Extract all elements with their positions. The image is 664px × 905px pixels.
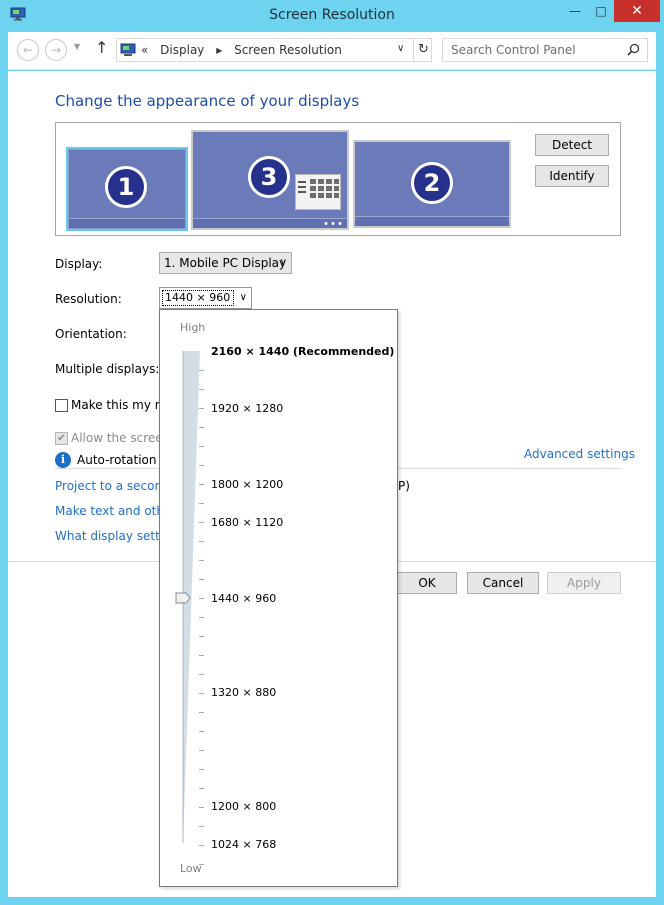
orientation-label: Orientation: — [55, 327, 127, 341]
slider-tick — [199, 807, 204, 808]
back-button[interactable]: ← — [17, 39, 39, 61]
monitor-1[interactable]: 1 — [66, 147, 188, 231]
resolution-option[interactable]: 1200 × 800 — [211, 800, 276, 813]
slider-tick — [199, 674, 204, 675]
breadcrumb-screen-resolution[interactable]: Screen Resolution — [234, 43, 342, 57]
apply-button[interactable]: Apply — [547, 572, 621, 594]
monitor-number-badge: 2 — [411, 162, 453, 204]
resolution-option[interactable]: 1800 × 1200 — [211, 478, 283, 491]
resolution-option[interactable]: 1320 × 880 — [211, 686, 276, 699]
slider-high-label: High — [180, 321, 206, 334]
up-button[interactable]: ↑ — [95, 38, 108, 57]
project-link-tail: P) — [398, 479, 410, 493]
identify-button[interactable]: Identify — [535, 165, 609, 187]
resolution-slider-thumb[interactable] — [175, 592, 191, 604]
project-second-screen-link[interactable]: Project to a second — [55, 479, 170, 493]
display-select[interactable]: 1. Mobile PC Display ∨ — [159, 252, 292, 274]
slider-tick — [199, 788, 204, 789]
page-title: Change the appearance of your displays — [55, 92, 360, 110]
monitor-taskbar — [193, 218, 347, 228]
slider-tick — [199, 712, 204, 713]
slider-tick — [199, 636, 204, 637]
slider-tick — [199, 503, 204, 504]
slider-tick — [199, 731, 204, 732]
multiple-displays-label: Multiple displays: — [55, 362, 160, 376]
monitor-taskbar — [69, 218, 185, 228]
resolution-select-value: 1440 × 960 — [162, 290, 234, 306]
screen-resolution-window: Screen Resolution — □ ✕ ← → ▼ ↑ « Displa… — [0, 0, 664, 905]
close-button[interactable]: ✕ — [614, 0, 660, 22]
minimize-button[interactable]: — — [562, 0, 588, 22]
cancel-button[interactable]: Cancel — [467, 572, 539, 594]
breadcrumb-display[interactable]: Display — [160, 43, 204, 57]
allow-rotation-checkbox[interactable]: ✔ — [55, 432, 68, 445]
display-label: Display: — [55, 257, 103, 271]
slider-low-label: Low — [180, 862, 202, 875]
breadcrumb-separator-icon[interactable]: ▸ — [216, 43, 222, 57]
start-screen-icon — [295, 174, 341, 210]
resolution-option[interactable]: 2160 × 1440 (Recommended) — [211, 345, 394, 358]
monitor-number-badge: 3 — [248, 156, 290, 198]
monitor-number-badge: 1 — [105, 166, 147, 208]
slider-tick — [199, 541, 204, 542]
slider-tick — [199, 427, 204, 428]
info-icon: i — [55, 452, 71, 468]
refresh-button[interactable]: ↻ — [413, 39, 433, 61]
slider-tick — [199, 769, 204, 770]
slider-tick — [199, 579, 204, 580]
slider-tick — [199, 408, 204, 409]
slider-tick — [199, 522, 204, 523]
resolution-option[interactable]: 1024 × 768 — [211, 838, 276, 851]
forward-button[interactable]: → — [45, 39, 67, 61]
search-placeholder: Search Control Panel — [451, 43, 576, 57]
ok-button[interactable]: OK — [397, 572, 457, 594]
resolution-label: Resolution: — [55, 292, 122, 306]
allow-rotation-checkbox-label: Allow the screen — [71, 431, 171, 445]
chevron-down-icon: ∨ — [239, 292, 247, 303]
slider-tick — [199, 389, 204, 390]
slider-tick — [199, 750, 204, 751]
resolution-option[interactable]: 1920 × 1280 — [211, 402, 283, 415]
slider-tick — [199, 693, 204, 694]
slider-tick — [199, 446, 204, 447]
title-bar: Screen Resolution — □ ✕ — [0, 0, 664, 32]
slider-tick — [199, 484, 204, 485]
monitor-2[interactable]: 2 — [353, 140, 511, 228]
chevron-down-icon: ∨ — [279, 257, 287, 268]
slider-tick — [199, 617, 204, 618]
detect-button[interactable]: Detect — [535, 134, 609, 156]
slider-tick — [199, 598, 204, 599]
slider-tick — [199, 370, 204, 371]
navigation-bar: ← → ▼ ↑ « Display ▸ Screen Resolution ∨ … — [8, 32, 656, 70]
monitor-taskbar — [355, 216, 509, 226]
display-select-value: 1. Mobile PC Display — [164, 256, 287, 270]
resolution-option[interactable]: 1680 × 1120 — [211, 516, 283, 529]
advanced-settings-link[interactable]: Advanced settings — [524, 447, 635, 461]
address-bar[interactable]: « Display ▸ Screen Resolution ∨ ↻ — [116, 38, 432, 62]
address-chevron-down-icon[interactable]: ∨ — [397, 43, 404, 54]
monitor-3[interactable]: 3 — [191, 130, 349, 230]
slider-tick — [199, 845, 204, 846]
recent-locations-chevron-down-icon[interactable]: ▼ — [74, 42, 80, 51]
resolution-option-selected[interactable]: 1440 × 960 — [211, 592, 276, 605]
search-icon — [627, 43, 640, 56]
breadcrumb: « Display ▸ Screen Resolution — [141, 43, 350, 57]
more-dots-icon — [324, 222, 342, 225]
resolution-select[interactable]: 1440 × 960 ∨ — [159, 287, 252, 309]
breadcrumb-prefix[interactable]: « — [141, 43, 148, 57]
maximize-button[interactable]: □ — [588, 0, 614, 22]
slider-tick — [199, 560, 204, 561]
main-display-checkbox[interactable] — [55, 399, 68, 412]
control-panel-icon — [120, 43, 136, 56]
resolution-dropdown-popup: High 2160 × 1440 (Recommended) 1920 × 12… — [159, 309, 398, 887]
slider-tick — [199, 465, 204, 466]
slider-tick — [199, 826, 204, 827]
slider-tick — [199, 655, 204, 656]
autorotation-info-text: Auto-rotation is — [77, 453, 170, 467]
search-input[interactable]: Search Control Panel — [442, 38, 648, 62]
